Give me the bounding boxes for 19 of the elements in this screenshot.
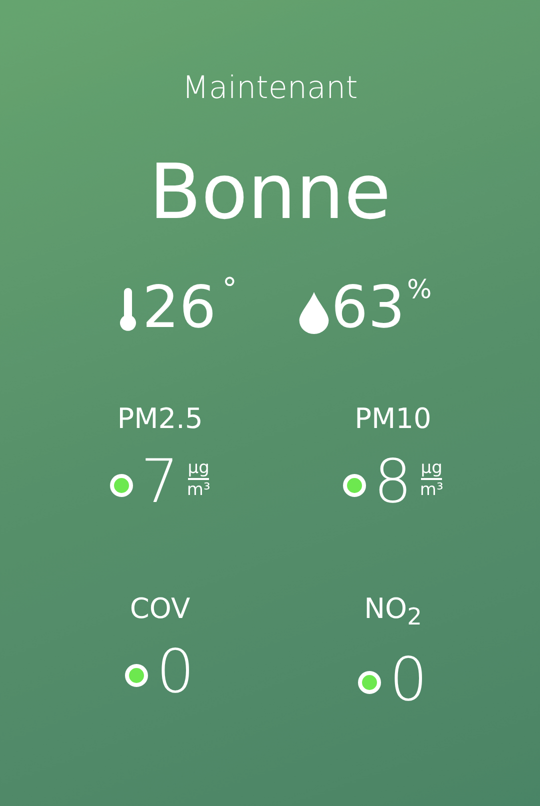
- pollutant-value: 0: [389, 646, 428, 714]
- humidity-value: 63: [331, 272, 405, 342]
- unit-denominator: m³: [420, 480, 444, 499]
- air-quality-label: Bonne: [149, 147, 391, 237]
- humidity-unit: %: [406, 274, 432, 307]
- pollutant-name: NO$_{2}$: [364, 592, 422, 633]
- droplet-icon: [299, 292, 330, 334]
- pollutant-value: 0: [156, 638, 195, 706]
- pollutant-name: COV: [130, 592, 190, 626]
- pollutant-value: 7: [140, 448, 179, 516]
- unit-denominator: m³: [186, 480, 210, 499]
- pollutant-name: PM10: [354, 402, 432, 436]
- unit-numerator: µg: [420, 459, 442, 480]
- period-label: Maintenant: [182, 69, 358, 108]
- temperature-value: 26: [142, 272, 216, 342]
- unit-numerator: µg: [188, 459, 210, 480]
- pollutant-value: 8: [374, 448, 412, 516]
- pollutant-name: PM2.5: [117, 402, 203, 436]
- temperature-unit: °: [222, 272, 238, 308]
